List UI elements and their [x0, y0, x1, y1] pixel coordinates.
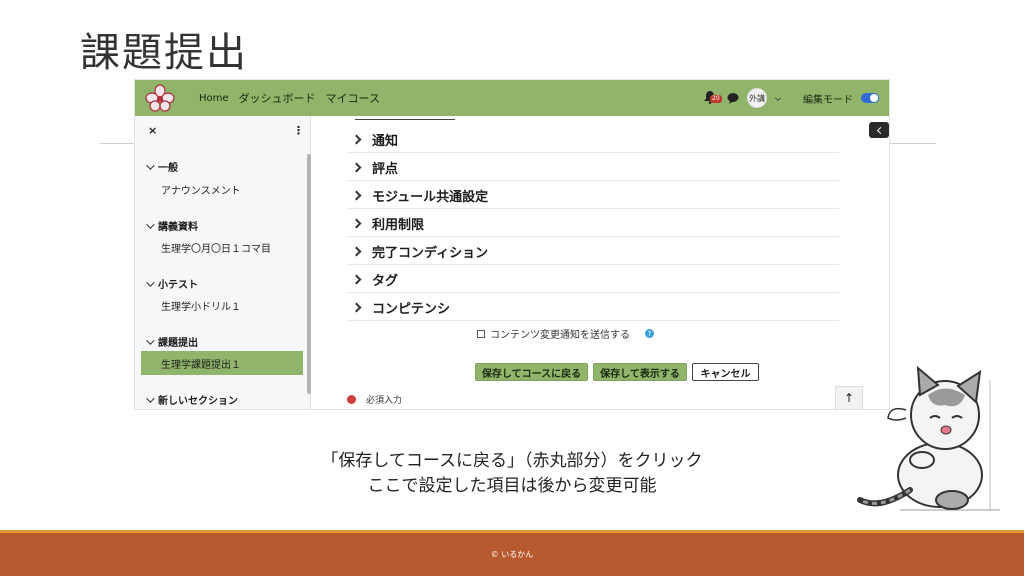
notification-bell-icon[interactable]: 20: [703, 90, 722, 106]
primary-navigation: Home ダッシュボード マイコース: [199, 80, 380, 116]
save-and-display-button[interactable]: 保存して表示する: [593, 363, 687, 381]
top-navbar: Home ダッシュボード マイコース 20 外講 編集モード: [135, 80, 889, 116]
cat-illustration: [857, 365, 1000, 511]
close-drawer-button[interactable]: ×: [148, 124, 157, 137]
slide-footer: © いるかん: [0, 533, 1024, 576]
accordion-common-module-settings[interactable]: モジュール共通設定: [347, 182, 839, 209]
accordion-competencies[interactable]: コンピテンシ: [347, 294, 839, 321]
sidebar-item-drill[interactable]: 生理学小ドリル１: [141, 293, 303, 317]
accordion-tags[interactable]: タグ: [347, 266, 839, 293]
chevron-down-icon: [146, 219, 155, 229]
chevron-down-icon: [146, 160, 155, 170]
nav-my-courses-link[interactable]: マイコース: [326, 90, 380, 106]
chevron-left-icon: [876, 126, 884, 134]
chevron-right-icon: [351, 246, 362, 256]
chevron-right-icon: [351, 218, 362, 228]
clipped-section-heading: [355, 108, 455, 120]
sidebar-section-general[interactable]: 一般: [146, 159, 178, 174]
sidebar-item-announcements[interactable]: アナウンスメント: [141, 177, 303, 201]
sidebar-item-lecture[interactable]: 生理学〇月〇日１コマ目: [141, 235, 303, 259]
sidebar-scrollbar[interactable]: [307, 154, 311, 394]
edit-mode-toggle[interactable]: [861, 93, 879, 103]
user-avatar[interactable]: 外講: [747, 88, 767, 108]
chevron-right-icon: [351, 190, 362, 200]
accordion-restrict-access[interactable]: 利用制限: [347, 210, 839, 237]
chevron-right-icon: [351, 162, 362, 172]
nav-dashboard-link[interactable]: ダッシュボード: [239, 90, 316, 106]
chevron-down-icon: [146, 277, 155, 287]
chevron-right-icon: [351, 274, 362, 284]
sidebar-section-quiz[interactable]: 小テスト: [146, 276, 198, 291]
nav-home-link[interactable]: Home: [199, 93, 229, 104]
user-menu-chevron-down-icon[interactable]: [775, 95, 781, 101]
sidebar-section-materials[interactable]: 講義資料: [146, 218, 198, 233]
drawer-more-options-icon[interactable]: ⋮: [293, 124, 304, 137]
course-index-drawer: × ⋮ 一般 アナウンスメント 講義資料 生理学〇月〇日１コマ目 小テスト 生理…: [135, 116, 311, 409]
accordion-notifications[interactable]: 通知: [347, 126, 839, 153]
accordion-grade[interactable]: 評点: [347, 154, 839, 181]
send-notification-label: コンテンツ変更通知を送信する: [490, 330, 630, 341]
user-menu-area: 20 外講 編集モード: [703, 80, 879, 116]
chevron-right-icon: [351, 302, 362, 312]
chevron-down-icon: [146, 335, 155, 345]
edit-mode-label: 編集モード: [803, 94, 853, 106]
cancel-button[interactable]: キャンセル: [692, 363, 759, 381]
chevron-right-icon: [351, 134, 362, 144]
send-notification-checkbox[interactable]: [477, 329, 485, 338]
save-and-return-button[interactable]: 保存してコースに戻る: [475, 363, 588, 381]
moodle-screenshot: Home ダッシュボード マイコース 20 外講 編集モード × ⋮ 一般 アナ…: [134, 79, 890, 410]
chevron-down-icon: [146, 393, 155, 403]
settings-form: 通知 評点 モジュール共通設定 利用制限 完了コンディション タグ コンピテンシ…: [327, 116, 857, 409]
site-logo-icon[interactable]: [145, 84, 175, 112]
required-icon: [347, 395, 356, 404]
message-bubble-icon[interactable]: [727, 92, 739, 104]
required-field-note: 必須入力: [347, 393, 402, 406]
send-notification-row: コンテンツ変更通知を送信する ?: [477, 326, 654, 341]
open-block-drawer-button[interactable]: [869, 122, 889, 138]
sidebar-section-new[interactable]: 新しいセクション: [146, 392, 238, 407]
sidebar-item-assignment-active[interactable]: 生理学課題提出１: [141, 351, 303, 375]
accordion-completion-conditions[interactable]: 完了コンディション: [347, 238, 839, 265]
notification-count-badge: 20: [710, 95, 722, 103]
slide-title: 課題提出: [80, 30, 248, 76]
sidebar-section-assignment[interactable]: 課題提出: [146, 334, 198, 349]
help-icon[interactable]: ?: [645, 329, 654, 338]
